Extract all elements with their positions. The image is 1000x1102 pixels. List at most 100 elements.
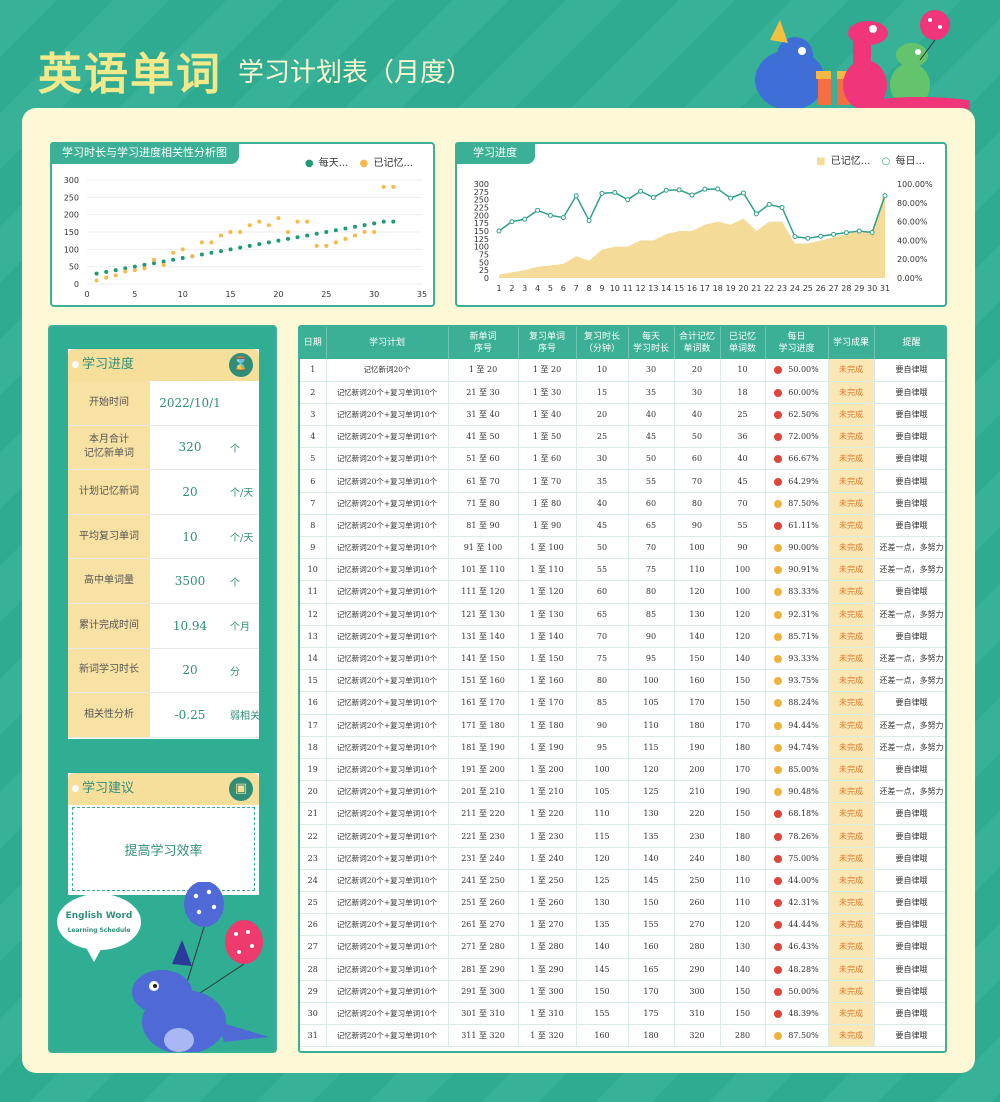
table-cell: 80 <box>628 580 675 604</box>
table-cell: 240 <box>674 847 721 870</box>
reminder-cell: 要自律哦 <box>874 891 945 915</box>
result-cell: 未完成 <box>828 558 875 582</box>
table-cell: 230 <box>674 824 721 848</box>
table-row: 1 记忆新词20个 1 至 20 1 至 20 10 30 20 10 50.00% 未完成 要自律… <box>300 359 945 382</box>
y-tick-label: 275 <box>474 188 489 197</box>
daily-plan-table: 日期 学习计划 新单词 序号 复习单词 序号 复习时长 （分钟） 每天 学习时长 合计记忆 … <box>298 325 947 1053</box>
table-cell: 1 至 280 <box>518 935 577 959</box>
table-cell: 270 <box>674 913 721 937</box>
table-cell: 记忆新词20个+复习单词10个 <box>326 425 449 449</box>
table-header-row: 日期 学习计划 新单词 序号 复习单词 序号 复习时长 （分钟） 每天 学习时长 合计记忆 … <box>300 327 945 359</box>
table-cell: 100 <box>720 558 766 582</box>
scatter-point <box>353 233 357 238</box>
table-cell: 90 <box>720 536 766 560</box>
table-cell: 1 至 210 <box>518 780 577 804</box>
table-row: 17 记忆新词20个+复习单词10个 171 至 180 1 至 180 90 110 18… <box>300 714 945 737</box>
result-cell: 未完成 <box>828 514 875 538</box>
table-cell: 271 至 280 <box>448 935 519 959</box>
progress-cell: 42.31% <box>765 891 829 915</box>
result-cell: 未完成 <box>828 802 875 826</box>
line-point <box>818 233 824 239</box>
table-cell: 16 <box>300 691 327 715</box>
scatter-point <box>161 262 166 267</box>
x-tick-label: 26 <box>816 284 826 293</box>
progress-cell: 85.00% <box>765 758 829 782</box>
result-cell: 未完成 <box>828 891 875 915</box>
reminder-cell: 还差一点，多努力 <box>874 647 945 671</box>
scatter-point <box>324 230 329 234</box>
progress-value: 90.48% <box>788 787 819 797</box>
x-tick-label: 15 <box>225 290 235 299</box>
table-cell: 55 <box>720 514 766 538</box>
yellow-status-icon <box>774 699 783 708</box>
progress-value: 78.26% <box>788 831 819 841</box>
progress-cell: 46.43% <box>765 935 829 959</box>
table-cell: 211 至 220 <box>448 802 519 826</box>
info-row: 新词学习时长 20 分 <box>68 648 259 694</box>
table-cell: 110 <box>628 714 675 737</box>
red-status-icon <box>774 433 783 442</box>
table-cell: 175 <box>628 1002 675 1026</box>
line-point <box>650 194 656 200</box>
table-cell: 1 至 240 <box>518 847 577 870</box>
result-cell: 未完成 <box>828 381 875 404</box>
scatter-point <box>113 268 118 273</box>
line-point <box>496 228 502 234</box>
y-tick-label: 50 <box>479 258 489 267</box>
red-status-icon <box>774 921 783 930</box>
table-cell: 160 <box>576 1024 629 1048</box>
scatter-point <box>266 223 271 228</box>
table-cell: 13 <box>300 625 327 648</box>
table-cell: 1 至 20 <box>518 359 577 382</box>
table-cell: 18 <box>720 381 766 404</box>
x-tick-label: 21 <box>751 284 761 293</box>
table-row: 20 记忆新词20个+复习单词10个 201 至 210 1 至 210 105 125 2… <box>300 780 945 804</box>
scatter-point <box>257 219 262 224</box>
x-tick-label: 31 <box>880 284 890 293</box>
table-cell: 3 <box>300 403 327 427</box>
table-cell: 12 <box>300 603 327 626</box>
table-row: 4 记忆新词20个+复习单词10个 41 至 50 1 至 50 25 45 50 36 72.… <box>300 425 945 449</box>
table-row: 10 记忆新词20个+复习单词10个 101 至 110 1 至 110 55 75 110… <box>300 558 945 582</box>
reminder-cell: 要自律哦 <box>874 913 945 937</box>
progress-cell: 75.00% <box>765 847 829 870</box>
progress-value: 87.50% <box>788 1031 819 1041</box>
info-unit: 个月 <box>230 622 250 634</box>
table-cell: 1 至 320 <box>518 1024 577 1048</box>
reminder-cell: 要自律哦 <box>874 425 945 449</box>
table-cell: 135 <box>576 913 629 937</box>
progress-value: 68.18% <box>788 809 819 819</box>
progress-value: 62.50% <box>788 409 819 419</box>
table-cell: 140 <box>674 625 721 648</box>
scatter-point <box>333 240 338 245</box>
result-cell: 未完成 <box>828 1024 875 1048</box>
table-cell: 26 <box>300 913 327 937</box>
table-cell: 95 <box>628 647 675 671</box>
table-cell: 70 <box>674 469 721 493</box>
yellow-status-icon <box>774 610 783 619</box>
scatter-point <box>343 226 348 231</box>
table-cell: 17 <box>300 714 327 737</box>
result-cell: 未完成 <box>828 669 875 693</box>
table-cell: 1 至 60 <box>518 447 577 471</box>
table-row: 25 记忆新词20个+复习单词10个 251 至 260 1 至 260 130 150 2… <box>300 891 945 915</box>
progress-cell: 94.44% <box>765 714 829 737</box>
table-cell: 35 <box>628 381 675 404</box>
hourglass-icon: ⌛ <box>229 353 253 377</box>
scatter-point <box>276 238 281 243</box>
table-cell: 160 <box>674 669 721 693</box>
progress-cell: 90.48% <box>765 780 829 804</box>
result-cell: 未完成 <box>828 359 875 382</box>
table-cell: 81 至 90 <box>448 514 519 538</box>
info-unit: 弱相关 <box>230 711 260 723</box>
table-cell: 1 至 310 <box>518 1002 577 1026</box>
scatter-point <box>286 230 290 234</box>
progress-value: 60.00% <box>788 387 819 397</box>
page-subtitle: 学习计划表（月度） <box>238 58 473 88</box>
reminder-cell: 要自律哦 <box>874 824 945 848</box>
y-tick-label: 300 <box>64 176 79 185</box>
table-cell: 记忆新词20个+复习单词10个 <box>326 1002 449 1026</box>
y2-tick-label: 0.00% <box>897 274 923 283</box>
table-cell: 51 至 60 <box>448 447 519 471</box>
reminder-cell: 要自律哦 <box>874 980 945 1003</box>
